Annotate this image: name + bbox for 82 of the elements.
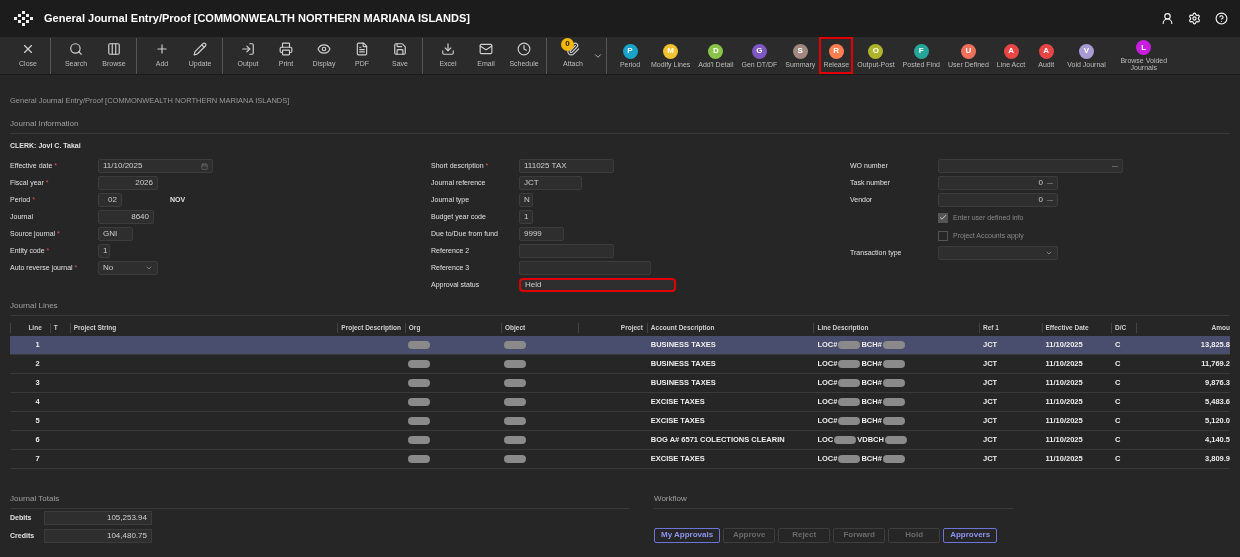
input-field[interactable]: N	[519, 193, 533, 208]
user-info-icon[interactable]	[1161, 12, 1174, 25]
enter-icon	[241, 41, 255, 56]
help-icon[interactable]	[1215, 12, 1228, 25]
select-field[interactable]: No	[98, 261, 158, 276]
total-field: 104,480.75	[44, 529, 152, 544]
input-field[interactable]: 1	[519, 210, 533, 225]
letter-icon: R	[828, 43, 844, 59]
section-title: Journal Lines	[10, 299, 1230, 316]
total-field: 105,253.94	[44, 511, 152, 526]
redaction-blur	[503, 359, 526, 368]
settings-icon[interactable]	[1188, 12, 1201, 25]
calendar-icon	[201, 162, 208, 170]
redaction-blur	[503, 378, 526, 387]
redaction-blur	[882, 416, 905, 425]
redaction-blur	[838, 416, 861, 425]
redaction-blur	[882, 454, 905, 463]
section-title: Workflow	[654, 492, 1014, 509]
printer-icon	[279, 41, 293, 56]
input-field[interactable]: 1	[98, 244, 110, 259]
input-field[interactable]: 02	[98, 193, 122, 208]
redaction-blur	[882, 397, 905, 406]
letter-icon: A	[1003, 43, 1019, 59]
redaction-blur	[503, 435, 526, 444]
letter-icon: G	[751, 43, 767, 59]
redaction-blur	[882, 378, 905, 387]
redaction-blur	[834, 435, 857, 444]
input-field[interactable]: GNI	[98, 227, 133, 242]
pencil-icon	[193, 41, 207, 56]
redaction-blur	[503, 416, 526, 425]
select-field[interactable]	[938, 246, 1058, 261]
letter-icon: U	[960, 43, 976, 59]
plus-icon	[155, 41, 169, 56]
redaction-blur	[503, 454, 526, 463]
save-icon	[393, 41, 407, 56]
date-field[interactable]: 11/10/2025	[98, 159, 213, 174]
redaction-blur	[838, 340, 861, 349]
count-badge: 0	[561, 37, 574, 51]
letter-icon: D	[708, 43, 724, 59]
redaction-blur	[838, 397, 861, 406]
redaction-blur	[838, 454, 861, 463]
redaction-blur	[884, 435, 907, 444]
workflow-button[interactable]: My Approvals	[654, 527, 721, 543]
redaction-blur	[838, 378, 861, 387]
check-icon	[939, 213, 947, 223]
eye-icon	[317, 41, 331, 56]
download-icon	[441, 41, 455, 56]
document-icon	[355, 41, 369, 56]
redaction-blur	[882, 359, 905, 368]
section-title: Journal Totals	[10, 492, 630, 509]
input-field[interactable]: JCT	[519, 176, 582, 191]
input-field[interactable]: Held	[519, 278, 676, 293]
letter-icon: V	[1079, 43, 1094, 59]
mail-icon	[479, 41, 493, 56]
redaction-blur	[882, 340, 905, 349]
letter-icon: F	[913, 43, 929, 59]
logo-icon	[12, 10, 34, 27]
input-field[interactable]: 9999	[519, 227, 564, 242]
letter-icon: O	[868, 43, 884, 59]
letter-icon: S	[792, 43, 808, 59]
redaction-blur	[838, 359, 861, 368]
search-icon	[69, 41, 83, 56]
clock-icon	[517, 41, 531, 56]
letter-icon: A	[1038, 43, 1054, 59]
input-field[interactable]: 8640	[98, 210, 154, 225]
letter-icon: P	[622, 43, 638, 59]
input-field[interactable]: 2026	[98, 176, 158, 191]
letter-icon: L	[1136, 40, 1152, 55]
input-field[interactable]: 0	[938, 193, 1058, 208]
paperclip-icon	[566, 41, 580, 56]
window-title: General Journal Entry/Proof [COMMONWEALTH NORTHERN MARIANA ISLANDS]	[44, 11, 470, 27]
input-field[interactable]	[938, 159, 1123, 174]
letter-icon: M	[663, 43, 679, 59]
redaction-blur	[503, 340, 526, 349]
input-field[interactable]: 0	[938, 176, 1058, 191]
columns-icon	[107, 41, 121, 56]
input-field[interactable]: 111025 TAX	[519, 159, 614, 174]
redaction-blur	[503, 397, 526, 406]
checkbox[interactable]	[938, 230, 948, 241]
checkbox[interactable]	[938, 212, 948, 223]
section-title: Journal Information	[10, 118, 1230, 135]
workflow-button[interactable]: Approvers	[943, 527, 998, 543]
